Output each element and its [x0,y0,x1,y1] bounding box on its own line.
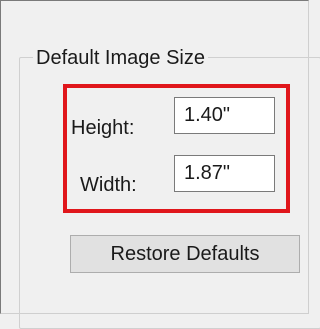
restore-defaults-button[interactable]: Restore Defaults [70,235,300,273]
height-input[interactable] [174,97,275,134]
width-label: Width: [80,174,137,196]
width-input[interactable] [174,155,275,192]
height-label: Height: [71,117,135,139]
group-title: Default Image Size [33,46,208,70]
panel-frame: Default Image Size Height: Width: Restor… [0,0,320,329]
